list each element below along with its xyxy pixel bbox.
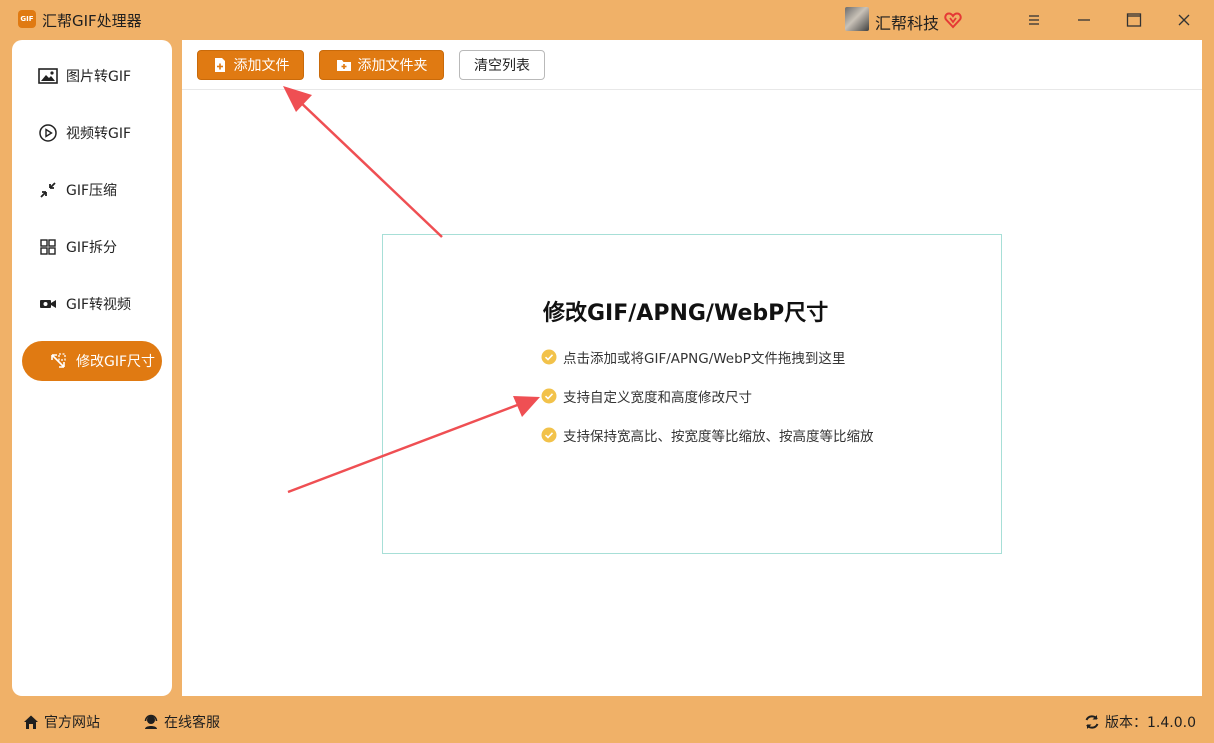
sidebar-item-gif-split[interactable]: GIF拆分 (22, 227, 162, 267)
minimize-icon[interactable] (1072, 8, 1096, 32)
footer: 官方网站 在线客服 版本：1.4.0.0 (0, 700, 1214, 743)
main-panel: 添加文件 添加文件夹 清空列表 修改GIF/APNG/WebP尺寸 点击添加或将… (182, 40, 1202, 696)
add-file-label: 添加文件 (233, 58, 290, 74)
tip-item: 支持保持宽高比、按宽度等比缩放、按高度等比缩放 (541, 425, 874, 445)
tip-text: 支持自定义宽度和高度修改尺寸 (563, 390, 752, 406)
sidebar-item-gif-compress[interactable]: GIF压缩 (22, 170, 162, 210)
sidebar-item-label: GIF拆分 (66, 240, 118, 256)
official-website-label: 官方网站 (44, 715, 100, 731)
tip-text: 支持保持宽高比、按宽度等比缩放、按高度等比缩放 (563, 429, 874, 445)
vip-heart-icon[interactable] (944, 11, 962, 29)
customer-service-icon (144, 714, 158, 729)
title-bar: GIF 汇帮GIF处理器 汇帮科技 (0, 0, 1214, 40)
image-icon (38, 66, 58, 86)
sidebar: 图片转GIF 视频转GIF GIF压缩 GIF拆分 GIF转视频 修改GIF尺寸 (12, 40, 172, 696)
sidebar-item-label: GIF压缩 (66, 183, 118, 199)
sidebar-item-gif-to-video[interactable]: GIF转视频 (22, 284, 162, 324)
online-support-label: 在线客服 (164, 715, 220, 731)
tip-item: 点击添加或将GIF/APNG/WebP文件拖拽到这里 (541, 347, 845, 367)
add-folder-label: 添加文件夹 (357, 58, 428, 74)
add-folder-button[interactable]: 添加文件夹 (319, 50, 444, 80)
resize-icon (48, 351, 68, 371)
sidebar-item-label: 图片转GIF (66, 69, 132, 85)
sidebar-item-gif-resize[interactable]: 修改GIF尺寸 (22, 341, 162, 381)
check-circle-icon (541, 427, 557, 443)
toolbar: 添加文件 添加文件夹 清空列表 (182, 40, 1202, 90)
split-icon (38, 237, 58, 257)
version-info[interactable]: 版本：1.4.0.0 (1083, 712, 1196, 732)
menu-icon[interactable] (1022, 8, 1046, 32)
official-website-link[interactable]: 官方网站 (22, 712, 100, 732)
avatar[interactable] (845, 7, 869, 31)
compress-icon (38, 180, 58, 200)
sidebar-item-image-to-gif[interactable]: 图片转GIF (22, 56, 162, 96)
home-icon (24, 715, 38, 729)
sidebar-item-label: GIF转视频 (66, 297, 132, 313)
version-label: 版本：1.4.0.0 (1105, 715, 1196, 731)
user-name[interactable]: 汇帮科技 (875, 10, 939, 34)
check-circle-icon (541, 349, 557, 365)
app-title: 汇帮GIF处理器 (42, 12, 142, 30)
tip-item: 支持自定义宽度和高度修改尺寸 (541, 386, 752, 406)
clear-list-label: 清空列表 (474, 58, 530, 74)
sidebar-item-label: 修改GIF尺寸 (76, 354, 156, 370)
add-file-button[interactable]: 添加文件 (197, 50, 304, 80)
file-drop-zone[interactable]: 修改GIF/APNG/WebP尺寸 点击添加或将GIF/APNG/WebP文件拖… (382, 234, 1002, 554)
sidebar-item-label: 视频转GIF (66, 126, 132, 142)
app-logo-icon: GIF (18, 10, 36, 28)
maximize-icon[interactable] (1122, 8, 1146, 32)
sidebar-item-video-to-gif[interactable]: 视频转GIF (22, 113, 162, 153)
play-circle-icon (38, 123, 58, 143)
add-folder-icon (336, 60, 351, 71)
drop-zone-title: 修改GIF/APNG/WebP尺寸 (543, 301, 829, 326)
refresh-icon (1085, 715, 1099, 729)
clear-list-button[interactable]: 清空列表 (459, 50, 545, 80)
check-circle-icon (541, 388, 557, 404)
tip-text: 点击添加或将GIF/APNG/WebP文件拖拽到这里 (563, 351, 846, 367)
online-support-link[interactable]: 在线客服 (142, 712, 220, 732)
video-camera-icon (38, 294, 58, 314)
close-icon[interactable] (1172, 8, 1196, 32)
add-file-icon (214, 58, 225, 72)
